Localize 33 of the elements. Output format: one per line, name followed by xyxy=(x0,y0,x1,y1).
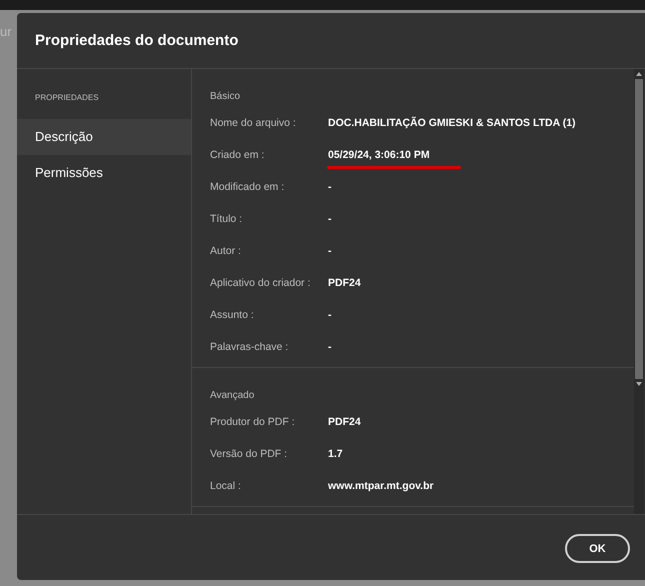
field-value: 1.7 xyxy=(328,448,343,460)
field-label: Palavras-chave : xyxy=(210,341,290,353)
ok-button[interactable]: OK xyxy=(565,534,630,563)
field-value: 05/29/24, 3:06:10 PM xyxy=(328,149,430,161)
field-label: Versão do PDF : xyxy=(210,448,288,460)
sidebar-heading: PROPRIEDADES xyxy=(34,93,100,104)
window-title: Propriedades do documento xyxy=(35,32,238,49)
field-label: Modificado em : xyxy=(210,181,286,193)
field-label: Local : xyxy=(210,480,242,492)
scrollbar[interactable] xyxy=(634,69,644,514)
field-label: Criado em : xyxy=(210,149,266,161)
field-label: Produtor do PDF : xyxy=(210,416,296,428)
field-value: - xyxy=(328,245,332,257)
field-value: - xyxy=(328,341,332,353)
field-label: Nome do arquivo : xyxy=(210,117,297,129)
section-heading: Básico xyxy=(210,91,242,104)
field-label: Aplicativo do criador : xyxy=(210,277,312,289)
sidebar-item[interactable]: Descrição xyxy=(17,119,191,155)
scroll-up-icon[interactable] xyxy=(636,72,642,76)
field-value: DOC.HABILITAÇÃO GMIESKI & SANTOS LTDA (1) xyxy=(328,117,576,129)
field-value: - xyxy=(328,213,332,225)
field-label: Autor : xyxy=(210,245,242,257)
field-value: - xyxy=(328,181,332,193)
field-value: www.mtpar.mt.gov.br xyxy=(328,480,434,492)
field-label: Assunto : xyxy=(210,309,255,321)
scroll-down-icon[interactable] xyxy=(636,382,642,386)
field-value: PDF24 xyxy=(328,277,361,289)
field-value: - xyxy=(328,309,332,321)
field-label: Título : xyxy=(210,213,244,225)
scrollbar-thumb[interactable] xyxy=(635,79,643,379)
field-value: PDF24 xyxy=(328,416,361,428)
sidebar-item[interactable]: Permissões xyxy=(17,155,191,191)
section-heading: Avançado xyxy=(210,390,256,403)
